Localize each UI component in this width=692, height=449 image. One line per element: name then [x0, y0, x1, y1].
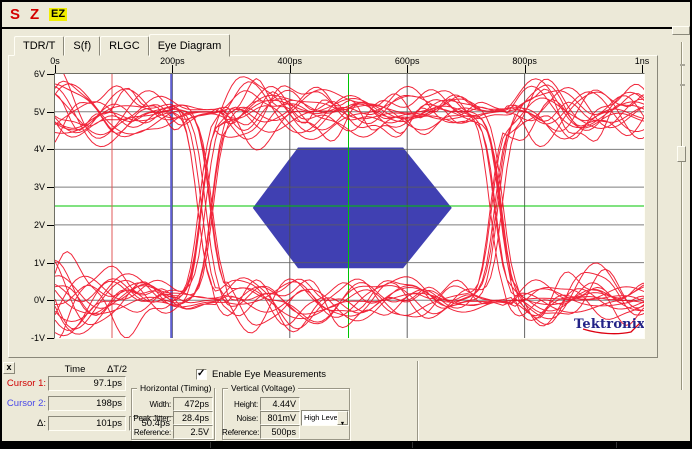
y-tick-label: 0V: [20, 295, 45, 305]
y-axis-tick: [47, 225, 54, 226]
status-bar-divider: [412, 442, 413, 448]
cursor1-label: Cursor 1:: [2, 378, 46, 389]
y-tick-label: 1V: [20, 258, 45, 268]
status-bar: [0, 441, 692, 449]
vertical-slider-thumb[interactable]: [677, 146, 686, 162]
ez-logo-icon[interactable]: EZ: [49, 8, 67, 21]
delta-label: Δ:: [2, 418, 46, 429]
y-axis-tick: [47, 338, 54, 339]
x-tick-label: 1ns: [625, 56, 659, 66]
y-axis-tick: [47, 112, 54, 113]
x-tick-label: 800ps: [508, 56, 542, 66]
y-tick-label: 2V: [20, 220, 45, 230]
y-axis-tick: [47, 263, 54, 264]
app-window: S Z EZ TDR/T S(f) RLGC Eye Diagram Tektr…: [0, 0, 692, 449]
width-label: Width:: [131, 400, 171, 409]
cursor1-time-field[interactable]: 97.1ps: [48, 376, 126, 391]
voltage-reference-field[interactable]: 500ps: [260, 425, 300, 439]
y-axis-tick: [47, 187, 54, 188]
z-logo-icon[interactable]: Z: [30, 6, 39, 23]
x-axis-tick: [172, 65, 173, 73]
width-field[interactable]: 472ps: [173, 397, 213, 411]
timing-reference-field[interactable]: 2.5V: [173, 425, 213, 439]
x-axis-tick: [55, 65, 56, 73]
close-measurements-button[interactable]: x: [3, 362, 15, 374]
top-scrollbar-thumb[interactable]: [672, 26, 690, 35]
timing-reference-label: Reference:: [131, 428, 171, 437]
checkmark-icon: ✓: [197, 368, 205, 379]
height-field[interactable]: 4.44V: [260, 397, 300, 411]
tab-bar: TDR/T S(f) RLGC Eye Diagram: [14, 33, 230, 56]
horizontal-timing-group-title: Horizontal (Timing): [137, 383, 214, 393]
tab-s-f[interactable]: S(f): [64, 36, 100, 56]
height-label: Height:: [222, 400, 258, 409]
status-bar-divider: [210, 442, 211, 448]
cursor2-label: Cursor 2:: [2, 398, 46, 409]
tab-eye-diagram[interactable]: Eye Diagram: [149, 34, 231, 57]
noise-level-dropdown-value: High Level: [304, 413, 339, 422]
x-tick-label: 0s: [38, 56, 72, 66]
s-logo-icon[interactable]: S: [10, 6, 20, 23]
y-axis-tick: [47, 300, 54, 301]
column-header-delta-t2: ΔT/2: [96, 364, 138, 375]
eye-mask: [253, 148, 452, 269]
voltage-reference-label: Reference:: [222, 428, 258, 437]
x-tick-label: 400ps: [273, 56, 307, 66]
dropdown-arrow-button[interactable]: ▼: [337, 411, 348, 425]
x-axis-tick: [525, 65, 526, 73]
peak-jitter-label: Peak Jitter:: [131, 414, 171, 423]
plot-frame: Tektronix: [54, 73, 645, 339]
enable-eye-measurements-label: Enable Eye Measurements: [212, 369, 326, 380]
eye-diagram-plot[interactable]: Tektronix: [55, 74, 644, 338]
vertical-slider-track: [682, 42, 683, 390]
panel-divider: [418, 361, 419, 441]
status-bar-divider: [616, 442, 617, 448]
x-axis-tick: [407, 65, 408, 73]
tektronix-logo: Tektronix: [574, 317, 644, 332]
noise-level-dropdown[interactable]: High Level ▼: [301, 410, 349, 426]
slider-detent: [680, 84, 685, 86]
y-tick-label: 3V: [20, 182, 45, 192]
noise-field[interactable]: 801mV: [260, 411, 300, 425]
tab-rlgc[interactable]: RLGC: [100, 36, 149, 56]
x-axis-tick: [642, 65, 643, 73]
y-tick-label: 5V: [20, 107, 45, 117]
cursor2-time-field[interactable]: 198ps: [48, 396, 126, 411]
eye-diagram-canvas: [55, 74, 644, 338]
peak-jitter-field[interactable]: 28.4ps: [173, 411, 213, 425]
title-bar: S Z EZ: [2, 2, 690, 27]
enable-eye-measurements-checkbox[interactable]: ✓: [196, 369, 207, 380]
delta-time-field[interactable]: 101ps: [48, 416, 126, 431]
x-tick-label: 600ps: [390, 56, 424, 66]
y-axis-tick: [47, 149, 54, 150]
x-axis-tick: [290, 65, 291, 73]
y-tick-label: 6V: [20, 69, 45, 79]
y-tick-label: 4V: [20, 144, 45, 154]
y-axis-tick: [47, 74, 54, 75]
titlebar-divider: [0, 27, 692, 29]
column-header-time: Time: [54, 364, 96, 375]
vertical-voltage-group-title: Vertical (Voltage): [228, 383, 298, 393]
chevron-down-icon: ▼: [340, 421, 345, 427]
y-tick-label: -1V: [20, 333, 45, 343]
noise-label: Noise:: [222, 414, 258, 423]
tab-tdr-t[interactable]: TDR/T: [14, 36, 64, 56]
x-tick-label: 200ps: [155, 56, 189, 66]
slider-detent: [680, 64, 685, 66]
